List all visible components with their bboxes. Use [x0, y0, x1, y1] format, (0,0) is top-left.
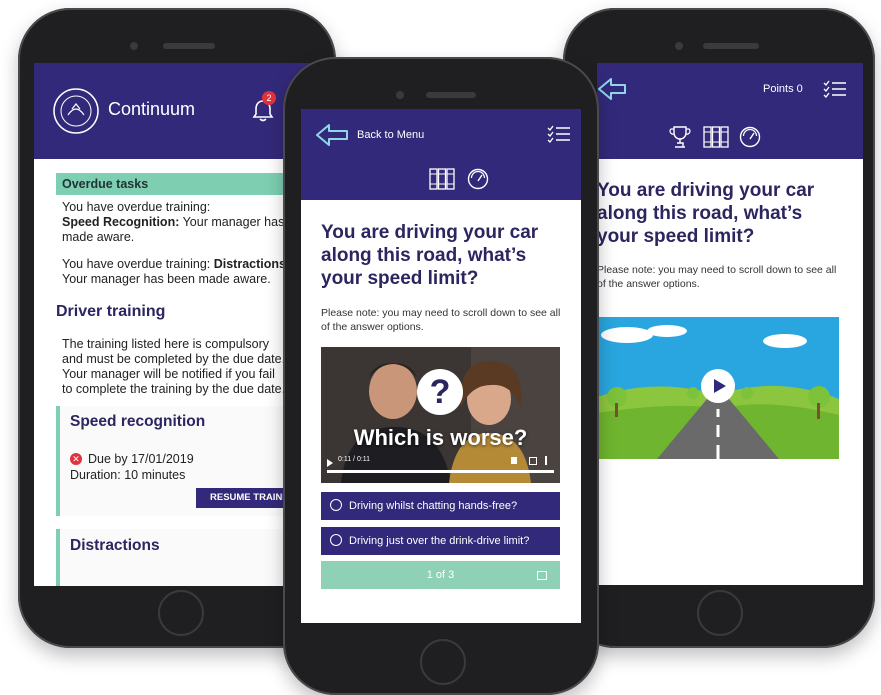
home-button[interactable]: [158, 590, 204, 636]
driver-training-line-4: to complete the training by the due date…: [62, 382, 286, 396]
speedometer-icon[interactable]: [467, 168, 489, 190]
overdue-x-icon: ✕: [70, 453, 82, 465]
play-icon: [714, 379, 726, 393]
question-line-2: along this road, what’s: [597, 203, 803, 224]
licence-bureau-logo: [52, 87, 100, 135]
checklist-menu-icon[interactable]: [823, 80, 847, 98]
answer-option-1-label: Driving whilst chatting hands-free?: [349, 500, 518, 512]
answer-option-2[interactable]: Driving just over the drink-drive limit?: [321, 527, 560, 555]
question-line-1: You are driving your car: [321, 222, 539, 243]
earpiece-speaker: [703, 43, 759, 49]
overdue-line-4: You have overdue training: Distractions.: [62, 257, 289, 272]
front-camera: [130, 42, 138, 50]
overdue-line-1: You have overdue training:: [62, 200, 211, 214]
quiz-header: Points 0: [597, 63, 863, 159]
overdue-line-3: made aware.: [62, 230, 135, 244]
overdue-line-5: Your manager has been made aware.: [62, 272, 271, 286]
scroll-note: Please note: you may need to scroll down…: [597, 263, 836, 291]
earpiece-speaker: [426, 92, 476, 98]
quiz-question: You are driving your car along this road…: [321, 221, 571, 290]
scroll-note: Please note: you may need to scroll down…: [321, 306, 560, 334]
note-line-1: Please note: you may need to scroll down…: [597, 264, 837, 276]
video-play-icon[interactable]: [327, 459, 333, 467]
phone-center: Back to Menu You are driving your car al…: [283, 57, 599, 695]
driver-training-line-1: The training listed here is compulsory: [62, 337, 270, 351]
overdue-line-2: Speed Recognition: Your manager has bee: [62, 215, 309, 230]
points-counter: Points 0: [763, 83, 803, 95]
road-video-player[interactable]: [597, 317, 839, 459]
radio-button[interactable]: [330, 499, 342, 511]
distractions-card-title: Distractions: [70, 537, 160, 554]
speed-card-duration: Duration: 10 minutes: [70, 468, 186, 482]
pagination-bar[interactable]: 1 of 3: [321, 561, 560, 589]
quiz-question: You are driving your car along this road…: [597, 179, 847, 248]
back-to-menu-link[interactable]: Back to Menu: [357, 129, 424, 141]
more-options-icon[interactable]: [545, 456, 547, 465]
phone-right: Points 0 You are driving your car along …: [563, 8, 875, 648]
back-arrow-icon[interactable]: [597, 77, 627, 101]
note-line-1: Please note: you may need to scroll down…: [321, 307, 561, 319]
fullscreen-icon[interactable]: [529, 457, 537, 465]
notification-badge: 2: [262, 91, 276, 105]
question-line-3: your speed limit?: [597, 226, 755, 247]
front-camera: [396, 91, 404, 99]
front-camera: [675, 42, 683, 50]
overdue-speed-label: Speed Recognition:: [62, 215, 180, 229]
driver-training-line-3: Your manager will be notified if you fai…: [62, 367, 275, 381]
play-button[interactable]: [701, 369, 735, 403]
overdue-distractions-label: Distractions.: [213, 257, 290, 271]
screen-right: Points 0 You are driving your car along …: [597, 63, 863, 585]
lock-icon: [537, 571, 547, 580]
home-button[interactable]: [697, 590, 743, 636]
speedometer-icon[interactable]: [739, 126, 761, 148]
video-progress-bar[interactable]: [327, 470, 554, 473]
question-line-2: along this road, what’s: [321, 245, 527, 266]
radio-button[interactable]: [330, 534, 342, 546]
trophy-icon[interactable]: [669, 125, 691, 149]
video-caption: Which is worse?: [353, 425, 528, 450]
brand-name: Continuum: [108, 99, 196, 119]
pager-label: 1 of 3: [426, 569, 455, 581]
driver-training-heading: Driver training: [56, 303, 166, 320]
checklist-menu-icon[interactable]: [547, 125, 571, 143]
home-button[interactable]: [420, 639, 466, 685]
speed-recognition-card[interactable]: Speed recognition ✕ Due by 17/01/2019 Du…: [56, 406, 310, 516]
back-arrow-icon[interactable]: [315, 123, 349, 147]
screen-left: Continuum 2 Overdue tasks You have overd…: [34, 63, 319, 586]
books-icon[interactable]: [703, 125, 729, 149]
overdue-tasks-heading: Overdue tasks: [56, 173, 306, 195]
question-line-3: your speed limit?: [321, 268, 479, 289]
note-line-2: of the answer options.: [597, 278, 700, 290]
question-line-1: You are driving your car: [597, 180, 815, 201]
speed-card-due: Due by 17/01/2019: [88, 452, 194, 466]
note-line-2: of the answer options.: [321, 321, 424, 333]
books-icon[interactable]: [429, 167, 455, 191]
earpiece-speaker: [163, 43, 215, 49]
video-player[interactable]: ? Which is worse? 0:11 / 0:11: [321, 347, 560, 483]
app-header: Continuum 2: [34, 63, 319, 159]
answer-option-1[interactable]: Driving whilst chatting hands-free?: [321, 492, 560, 520]
distractions-card[interactable]: Distractions: [56, 529, 310, 586]
volume-icon[interactable]: [511, 457, 517, 464]
speed-card-title: Speed recognition: [70, 413, 206, 430]
driver-training-line-2: and must be completed by the due date.: [62, 352, 286, 366]
screen-center: Back to Menu You are driving your car al…: [301, 109, 581, 623]
question-mark-badge: ?: [417, 369, 463, 415]
overdue-distractions-prefix: You have overdue training:: [62, 257, 214, 271]
answer-option-2-label: Driving just over the drink-drive limit?: [349, 535, 530, 547]
video-time: 0:11 / 0:11: [338, 456, 371, 463]
quiz-header: Back to Menu: [301, 109, 581, 200]
